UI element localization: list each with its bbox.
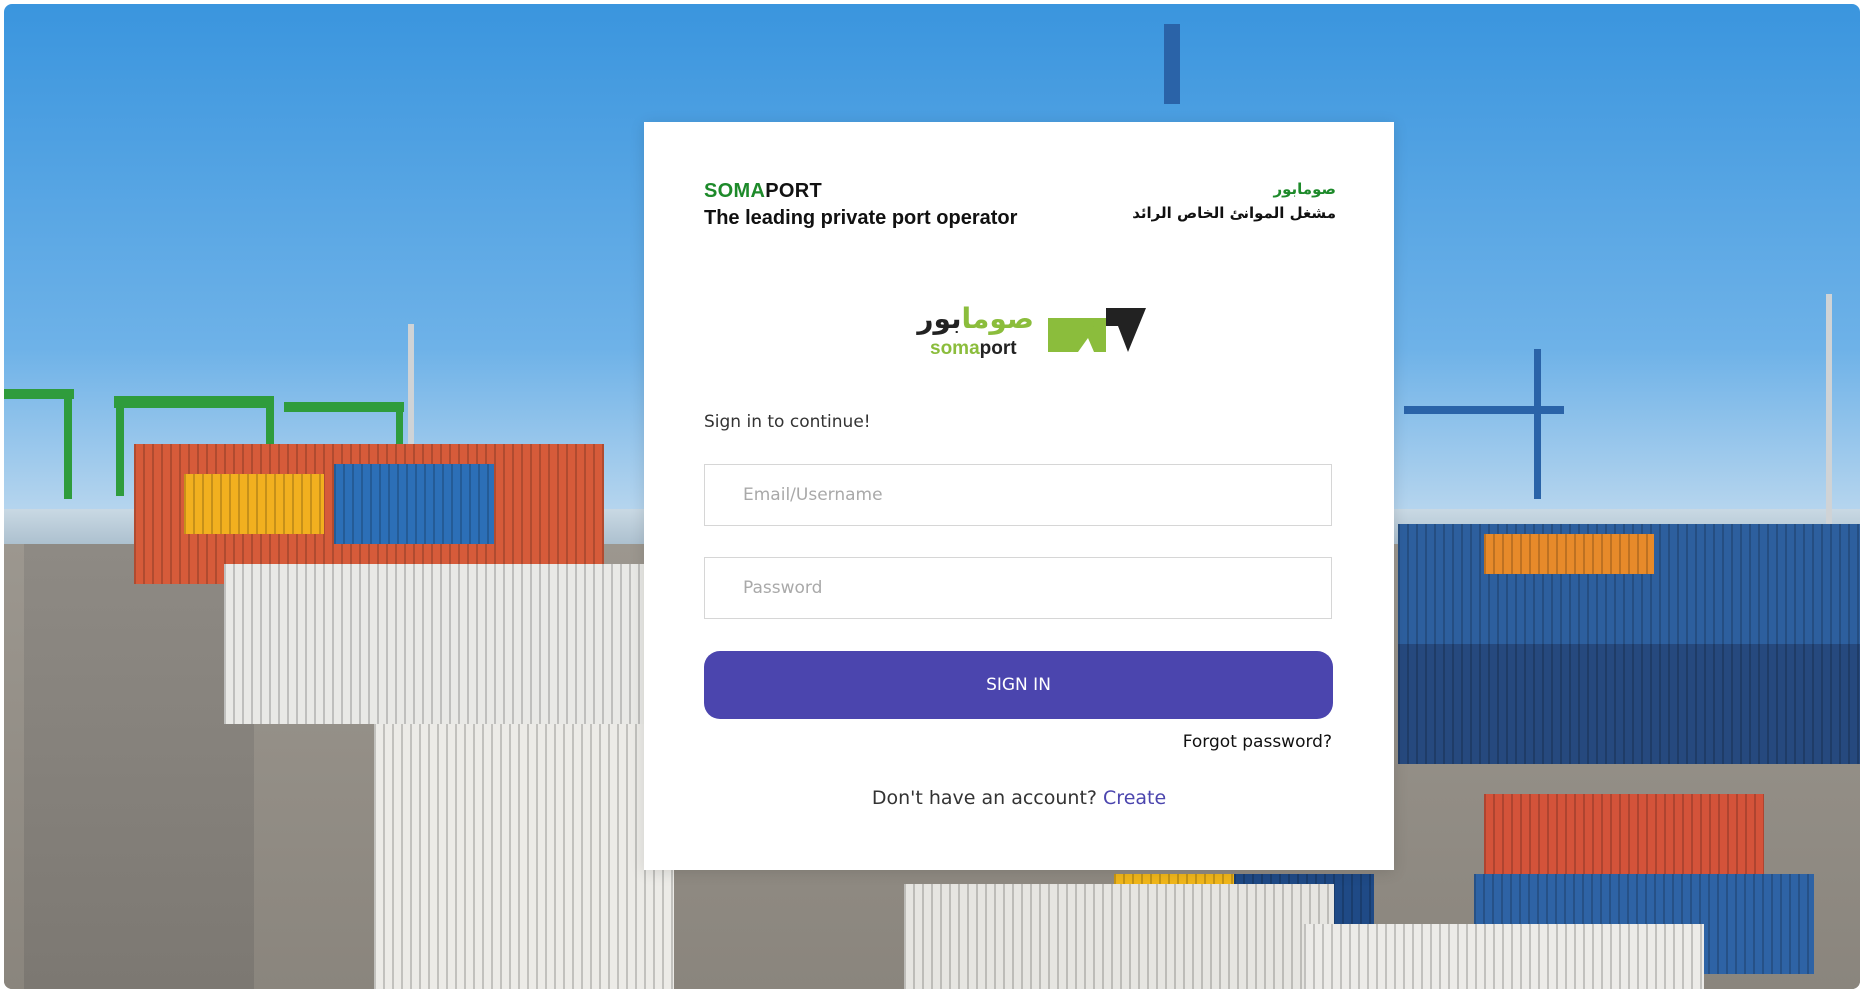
brand-name-green: SOMA bbox=[704, 180, 766, 202]
crane-leg bbox=[1534, 349, 1541, 499]
brand-header-arabic: صومابور مشغل الموانئ الخاص الرائد bbox=[1132, 180, 1336, 222]
brand-tagline: The leading private port operator bbox=[704, 207, 1018, 229]
container-stack bbox=[1484, 534, 1654, 574]
signup-prompt-row: Don't have an account? Create bbox=[644, 787, 1394, 809]
crane-mast bbox=[1164, 24, 1180, 104]
login-card: SOMAPORT The leading private port operat… bbox=[644, 122, 1394, 870]
somaport-logo: صومابور somaport bbox=[917, 302, 1160, 372]
brand-name-dark: PORT bbox=[765, 180, 822, 202]
brand-tagline-arabic: مشغل الموانئ الخاص الرائد bbox=[1132, 204, 1336, 222]
forgot-password-link[interactable]: Forgot password? bbox=[1183, 732, 1332, 752]
crane-leg bbox=[64, 389, 72, 499]
brand-name-arabic: صومابور bbox=[1273, 180, 1337, 198]
container-stack bbox=[1304, 924, 1704, 989]
email-username-field[interactable] bbox=[704, 464, 1332, 526]
logo-english-green: soma bbox=[930, 338, 980, 359]
container-stack bbox=[224, 564, 644, 724]
signup-prompt: Don't have an account? bbox=[871, 787, 1097, 809]
background-road bbox=[24, 544, 254, 989]
container-stack bbox=[374, 724, 674, 989]
brand-header: SOMAPORT The leading private port operat… bbox=[704, 180, 1017, 230]
container-stack bbox=[334, 464, 494, 544]
somaport-logo-icon bbox=[1048, 308, 1146, 352]
logo-arabic-dark: بور bbox=[917, 302, 962, 335]
signin-subtitle: Sign in to continue! bbox=[704, 412, 871, 432]
container-stack bbox=[184, 474, 324, 534]
logo-arabic-text: صومابور bbox=[917, 302, 1034, 335]
crane-beam bbox=[114, 396, 274, 408]
logo-english-text: somaport bbox=[930, 338, 1017, 360]
sign-in-button[interactable]: SIGN IN bbox=[704, 651, 1333, 719]
create-account-link[interactable]: Create bbox=[1103, 787, 1166, 809]
container-stack bbox=[1484, 794, 1764, 874]
logo-arabic-green: صوما bbox=[961, 302, 1034, 335]
crane-leg bbox=[116, 396, 124, 496]
brand-name: SOMAPORT bbox=[704, 180, 1017, 203]
container-stack bbox=[1398, 644, 1860, 764]
crane-beam bbox=[284, 402, 404, 412]
logo-english-dark: port bbox=[979, 338, 1017, 359]
container-stack bbox=[904, 884, 1334, 989]
password-field[interactable] bbox=[704, 557, 1332, 619]
